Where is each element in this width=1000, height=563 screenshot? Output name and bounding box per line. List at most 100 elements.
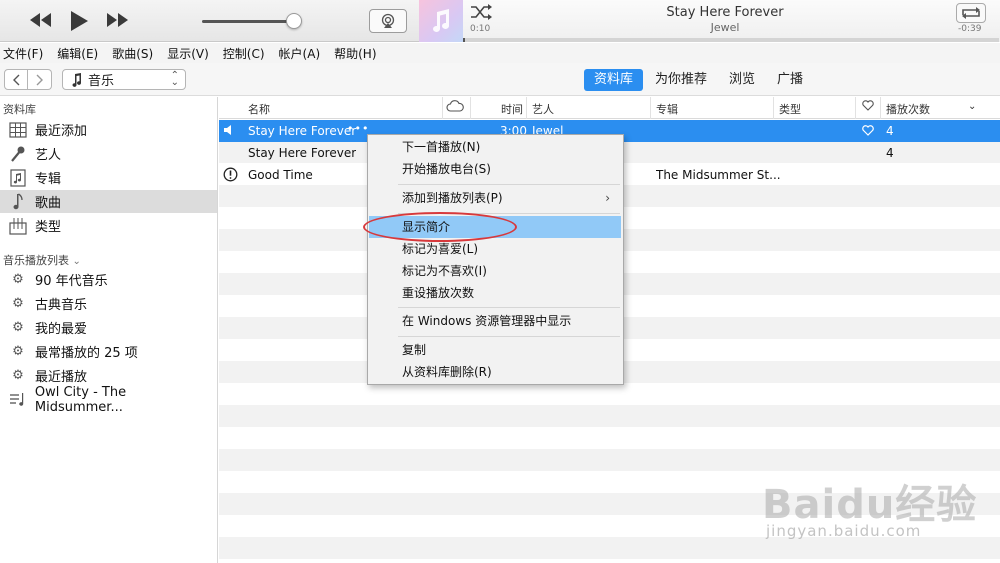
- shuffle-icon[interactable]: [470, 3, 492, 24]
- song-name: Good Time: [248, 168, 313, 182]
- song-plays: 4: [886, 146, 894, 160]
- rewind-icon[interactable]: [28, 9, 54, 31]
- sidebar-item-label: 最常播放的 25 项: [35, 346, 138, 361]
- airplay-icon: [381, 13, 395, 28]
- music-note-icon: [72, 72, 82, 87]
- menu-divider: [398, 213, 620, 214]
- tab-for-you[interactable]: 为你推荐: [645, 69, 717, 91]
- select-arrows-icon: ⌃ ⌄: [170, 70, 179, 88]
- table-header: 名称 时间 艺人 专辑 类型 播放次数 ⌄: [219, 97, 1000, 119]
- back-button[interactable]: [4, 69, 28, 90]
- sidebar-item-recently-added[interactable]: 最近添加: [0, 118, 217, 141]
- grid-icon: [8, 120, 28, 140]
- sidebar-item-playlist[interactable]: ⚙ 我的最爱: [0, 316, 217, 339]
- menu-song[interactable]: 歌曲(S): [112, 45, 153, 62]
- chevron-down-icon: ⌄: [72, 256, 81, 267]
- repeat-button[interactable]: [956, 3, 986, 23]
- menu-item-add-to-playlist[interactable]: 添加到播放列表(P) ›: [369, 187, 622, 209]
- toolbar: 音乐 ⌃ ⌄ 资料库 为你推荐 浏览 广播: [0, 63, 1000, 96]
- sidebar-item-label: 艺人: [35, 148, 62, 163]
- menu-item-reset-plays[interactable]: 重设播放次数: [369, 282, 622, 304]
- gear-icon: ⚙: [12, 344, 24, 359]
- genre-icon: [8, 216, 28, 236]
- menu-item-dislike[interactable]: 标记为不喜欢(I): [369, 260, 622, 282]
- menu-item-delete-from-library[interactable]: 从资料库删除(R): [369, 361, 622, 383]
- menu-item-show-in-explorer[interactable]: 在 Windows 资源管理器中显示: [369, 310, 622, 332]
- album-art-music-note-icon[interactable]: [419, 0, 463, 42]
- heart-icon[interactable]: [862, 100, 874, 114]
- column-divider: [526, 97, 527, 119]
- song-album: The Midsummer St...: [656, 168, 781, 182]
- menu-item-start-station[interactable]: 开始播放电台(S): [369, 158, 622, 180]
- sidebar: 资料库 最近添加 艺人 专辑 歌曲 类型 音乐播放列表 ⌄ ⚙ 90 年代音乐 …: [0, 97, 218, 563]
- view-tabs: 资料库 为你推荐 浏览 广播: [584, 69, 815, 91]
- menu-divider: [398, 184, 620, 185]
- sidebar-item-label: Owl City - The Midsummer...: [34, 384, 127, 415]
- play-icon[interactable]: [68, 9, 90, 33]
- library-heading: 资料库: [3, 103, 36, 116]
- menu-item-get-info[interactable]: 显示简介: [369, 216, 621, 238]
- column-header-album[interactable]: 专辑: [656, 101, 678, 117]
- tab-browse[interactable]: 浏览: [719, 69, 765, 91]
- tab-radio[interactable]: 广播: [767, 69, 813, 91]
- airplay-button[interactable]: [369, 9, 407, 33]
- sort-chevron-down-icon[interactable]: ⌄: [968, 101, 976, 112]
- player-bar: 0:10 Stay Here Forever Jewel -0:39: [0, 0, 1000, 42]
- sidebar-item-albums[interactable]: 专辑: [0, 166, 217, 189]
- heart-icon[interactable]: [862, 125, 874, 139]
- tab-library[interactable]: 资料库: [584, 69, 644, 91]
- playlists-heading-label: 音乐播放列表: [3, 254, 69, 267]
- sidebar-item-songs[interactable]: 歌曲: [0, 190, 217, 213]
- menu-help[interactable]: 帮助(H): [334, 45, 376, 62]
- menu-file[interactable]: 文件(F): [3, 45, 43, 62]
- column-header-name[interactable]: 名称: [248, 101, 270, 117]
- menu-view[interactable]: 显示(V): [167, 45, 209, 62]
- now-playing-artist: Jewel: [710, 21, 740, 34]
- volume-knob[interactable]: [286, 13, 302, 29]
- sidebar-item-playlist[interactable]: ⚙ 最常播放的 25 项: [0, 340, 217, 363]
- sidebar-item-playlist[interactable]: ⚙ 90 年代音乐: [0, 268, 217, 291]
- fast-forward-icon[interactable]: [104, 9, 130, 31]
- column-header-artist[interactable]: 艺人: [532, 101, 554, 117]
- progress-bar[interactable]: [463, 38, 999, 42]
- menu-item-play-next[interactable]: 下一首播放(N): [369, 136, 622, 158]
- sidebar-item-label: 最近添加: [35, 124, 88, 139]
- media-type-select[interactable]: 音乐 ⌃ ⌄: [62, 69, 186, 90]
- column-divider: [650, 97, 651, 119]
- column-divider: [442, 97, 443, 119]
- playlist-icon: [8, 390, 28, 410]
- menu-item-copy[interactable]: 复制: [369, 339, 622, 361]
- forward-button[interactable]: [28, 69, 52, 90]
- chevron-left-icon: [13, 74, 20, 85]
- sidebar-item-label: 古典音乐: [35, 298, 88, 313]
- gear-icon: ⚙: [12, 320, 24, 335]
- menu-account[interactable]: 帐户(A): [279, 45, 321, 62]
- sidebar-item-genres[interactable]: 类型: [0, 214, 217, 237]
- sidebar-item-label: 专辑: [35, 172, 62, 187]
- column-header-plays[interactable]: 播放次数: [886, 101, 930, 117]
- remaining-time: -0:39: [958, 24, 982, 34]
- volume-slider[interactable]: [202, 20, 294, 23]
- column-header-time[interactable]: 时间: [501, 101, 523, 117]
- gear-icon: ⚙: [12, 296, 24, 311]
- sidebar-item-label: 类型: [35, 220, 62, 235]
- music-note-icon: [8, 192, 28, 212]
- menu-controls[interactable]: 控制(C): [223, 45, 265, 62]
- column-divider: [470, 97, 471, 119]
- menu-item-label: 添加到播放列表(P): [402, 191, 503, 205]
- microphone-icon: [8, 144, 28, 164]
- column-divider: [773, 97, 774, 119]
- cloud-icon[interactable]: [446, 100, 464, 115]
- playlists-heading[interactable]: 音乐播放列表 ⌄: [3, 252, 81, 268]
- menu-item-love[interactable]: 标记为喜爱(L): [369, 238, 622, 260]
- sidebar-item-playlist[interactable]: ⚙ 古典音乐: [0, 292, 217, 315]
- sidebar-item-artists[interactable]: 艺人: [0, 142, 217, 165]
- sidebar-item-label: 90 年代音乐: [35, 274, 108, 289]
- column-header-genre[interactable]: 类型: [779, 101, 801, 117]
- album-icon: [8, 168, 28, 188]
- menu-edit[interactable]: 编辑(E): [57, 45, 98, 62]
- elapsed-time: 0:10: [470, 24, 491, 34]
- menu-bar: 文件(F) 编辑(E) 歌曲(S) 显示(V) 控制(C) 帐户(A) 帮助(H…: [0, 43, 1000, 63]
- sidebar-item-playlist[interactable]: Owl City - The Midsummer...: [0, 385, 217, 415]
- chevron-right-icon: [36, 74, 43, 85]
